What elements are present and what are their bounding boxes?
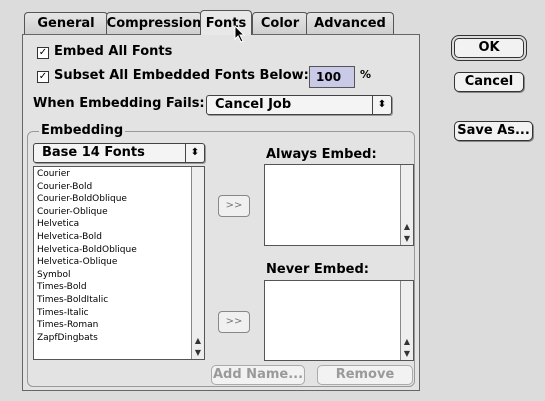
when-fails-value: Cancel Job (215, 97, 292, 112)
percent-unit: % (360, 68, 372, 81)
always-embed-list[interactable]: ▲ ▼ (264, 164, 414, 246)
subset-percent-field[interactable]: 100 (309, 66, 355, 88)
font-list-item[interactable]: Courier (34, 168, 204, 181)
save-as-button[interactable]: Save As... (454, 121, 533, 141)
add-to-never-embed-button[interactable]: >> (218, 311, 250, 333)
ok-button[interactable]: OK (454, 38, 524, 58)
always-embed-scrollbar[interactable]: ▲ ▼ (400, 165, 413, 245)
scroll-up-icon[interactable]: ▲ (401, 222, 413, 231)
scroll-down-icon[interactable]: ▼ (192, 348, 204, 357)
embed-all-label: Embed All Fonts (54, 44, 173, 59)
never-embed-list[interactable]: ▲ ▼ (264, 280, 414, 361)
when-fails-label: When Embedding Fails: (33, 96, 205, 111)
font-list-item[interactable]: Times-Roman (34, 319, 204, 332)
embed-all-checkbox[interactable]: ✓ (37, 47, 49, 59)
font-source-popup[interactable]: Base 14 Fonts ⬍ (33, 143, 205, 163)
font-list-item[interactable]: ZapfDingbats (34, 332, 204, 345)
never-embed-label: Never Embed: (266, 262, 369, 277)
scroll-down-icon[interactable]: ▼ (401, 234, 413, 243)
font-list[interactable]: Courier Courier-Bold Courier-BoldOblique Co… (33, 166, 205, 360)
remove-button[interactable]: Remove (317, 365, 413, 385)
font-list-item[interactable]: Courier-Oblique (34, 206, 204, 219)
font-list-item[interactable]: Helvetica-Bold (34, 231, 204, 244)
subset-checkbox[interactable]: ✓ (37, 71, 49, 83)
font-list-item[interactable]: Symbol (34, 269, 204, 282)
font-source-value: Base 14 Fonts (42, 145, 145, 160)
tab-label: General (37, 16, 95, 31)
mouse-pointer-icon (234, 24, 246, 47)
font-list-item[interactable]: Courier-BoldOblique (34, 193, 204, 206)
font-list-item[interactable]: Courier-Bold (34, 181, 204, 194)
scroll-down-icon[interactable]: ▼ (401, 349, 413, 358)
font-list-item[interactable]: Times-Italic (34, 307, 204, 320)
font-list-item[interactable]: Helvetica-BoldOblique (34, 244, 204, 257)
tab-advanced[interactable]: Advanced (306, 12, 394, 34)
tab-compression[interactable]: Compression (106, 12, 202, 34)
font-list-scrollbar[interactable]: ▲ ▼ (191, 167, 204, 359)
font-list-item[interactable]: Helvetica-Oblique (34, 256, 204, 269)
when-fails-popup[interactable]: Cancel Job ⬍ (206, 95, 392, 115)
tab-label: Color (260, 16, 300, 31)
cancel-button[interactable]: Cancel (454, 72, 524, 92)
fonts-panel: ✓ Embed All Fonts ✓ Subset All Embedded … (22, 34, 420, 391)
scroll-up-icon[interactable]: ▲ (192, 336, 204, 345)
add-to-always-embed-button[interactable]: >> (218, 195, 250, 217)
popup-arrows-icon: ⬍ (185, 144, 204, 162)
scroll-up-icon[interactable]: ▲ (401, 337, 413, 346)
tab-label: Advanced (314, 16, 386, 31)
font-list-item[interactable]: Helvetica (34, 218, 204, 231)
always-embed-label: Always Embed: (266, 147, 377, 162)
font-list-item[interactable]: Times-BoldItalic (34, 294, 204, 307)
tab-general[interactable]: General (24, 12, 108, 34)
tab-color[interactable]: Color (252, 12, 308, 34)
subset-label: Subset All Embedded Fonts Below: (54, 68, 309, 83)
never-embed-scrollbar[interactable]: ▲ ▼ (400, 281, 413, 360)
tab-label: Compression (106, 16, 202, 31)
popup-arrows-icon: ⬍ (372, 96, 391, 114)
add-name-button[interactable]: Add Name... (211, 365, 305, 385)
embedding-group-title: Embedding (39, 123, 126, 138)
font-list-item[interactable]: Times-Bold (34, 281, 204, 294)
